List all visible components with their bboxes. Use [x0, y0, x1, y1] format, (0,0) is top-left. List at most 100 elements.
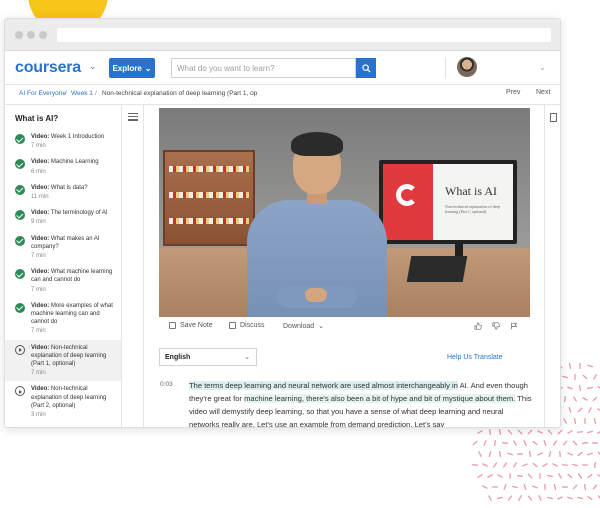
site-header: coursera ⌄ Explore ⌄ What do you want to… — [5, 51, 560, 85]
sidebar-item[interactable]: Video: Non-technical explanation of deep… — [5, 381, 121, 423]
flag-icon[interactable] — [510, 322, 518, 330]
play-circle-icon — [15, 344, 25, 355]
language-value: English — [165, 354, 191, 361]
next-link[interactable]: Next — [536, 89, 550, 96]
sidebar-item-type: Video: — [31, 159, 50, 166]
sidebar-item-duration: 7 min — [31, 286, 46, 293]
sidebar-item-duration: 7 min — [31, 370, 46, 377]
instructor-hands — [305, 288, 327, 302]
search-icon — [361, 63, 371, 73]
sidebar-item-duration: 7 min — [31, 328, 46, 335]
sidebar-item-duration: 9 min — [31, 219, 46, 226]
lesson-sidebar: What is AI? Video: Week 1 Introduction 7 … — [5, 105, 122, 427]
breadcrumb: AI For Everyone / Week 1 / Non-technical… — [5, 85, 560, 103]
lesson-main: What is AI Non-technical explanation of … — [144, 105, 544, 427]
breadcrumb-separator: / — [95, 90, 97, 97]
header-divider — [445, 57, 446, 79]
download-button[interactable]: Download ⌄ — [283, 322, 324, 331]
user-menu-chevron-icon[interactable]: ⌄ — [539, 63, 546, 72]
avatar[interactable] — [457, 57, 477, 77]
sidebar-item-type: Video: — [31, 386, 50, 393]
video-player[interactable]: What is AI Non-technical explanation of … — [159, 108, 530, 317]
discuss-icon — [229, 322, 236, 329]
discuss-label: Discuss — [240, 322, 265, 329]
right-rail — [544, 105, 560, 427]
document-icon[interactable] — [550, 113, 557, 122]
sidebar-item[interactable]: Video: Non-technical explanation of deep… — [5, 339, 121, 382]
window-dot — [39, 31, 47, 39]
sidebar-item-title: The terminology of AI — [49, 210, 108, 217]
transcript-text[interactable]: The terms deep learning and neural netwo… — [189, 379, 534, 427]
sidebar-title: What is AI? — [15, 114, 59, 123]
coursera-logo[interactable]: coursera — [15, 59, 81, 77]
sidebar-item[interactable]: Video: Machine Learning 6 min — [5, 154, 121, 179]
save-note-label: Save Note — [180, 322, 213, 329]
address-bar[interactable] — [57, 28, 551, 42]
sidebar-item[interactable]: Video: Week 1 Introduction 7 min — [5, 129, 121, 154]
sidebar-item-type: Video: — [31, 210, 50, 217]
check-circle-icon — [15, 269, 25, 280]
explore-button[interactable]: Explore ⌄ — [109, 58, 155, 78]
breadcrumb-course[interactable]: AI For Everyone — [19, 90, 66, 97]
breadcrumb-week[interactable]: Week 1 — [71, 90, 93, 97]
search-button[interactable] — [356, 58, 376, 78]
check-circle-icon — [15, 159, 25, 170]
transcript-segment[interactable]: The terms deep learning and neural netwo… — [189, 381, 458, 390]
save-note-button[interactable]: Save Note — [169, 322, 213, 329]
slide-title: What is AI — [445, 184, 497, 198]
transcript-timestamp[interactable]: 0:03 — [160, 381, 173, 388]
video-toolbar: Save Note Discuss Download ⌄ — [159, 317, 530, 335]
window-dot — [15, 31, 23, 39]
note-icon — [169, 322, 176, 329]
sidebar-item-duration: 3 min — [31, 412, 46, 419]
sidebar-item-title: Week 1 Introduction — [49, 134, 105, 140]
video-slide: What is AI Non-technical explanation of … — [383, 164, 513, 240]
chevron-down-icon: ⌄ — [244, 354, 250, 361]
sidebar-item-title: Machine Learning — [49, 159, 99, 166]
check-circle-icon — [15, 134, 25, 144]
slide-subtitle: Non-technical explanation of deep learni… — [445, 204, 501, 214]
prev-link[interactable]: Prev — [506, 89, 520, 96]
sidebar-item-type: Video: — [31, 302, 50, 309]
sidebar-item[interactable]: Video: More examples of what machine lea… — [5, 298, 121, 340]
breadcrumb-current: Non-technical explanation of deep learni… — [102, 90, 258, 97]
sidebar-item-list: Video: Week 1 Introduction 7 min Video: Ma… — [5, 129, 121, 423]
sidebar-item[interactable]: Video: What is data? 11 min — [5, 180, 121, 205]
sidebar-item-duration: 11 min — [31, 194, 49, 201]
logo-menu-chevron-icon[interactable]: ⌄ — [89, 61, 97, 72]
page: coursera ⌄ Explore ⌄ What do you want to… — [0, 0, 600, 508]
video-shelf — [163, 150, 255, 246]
check-circle-icon — [15, 235, 25, 246]
check-circle-icon — [15, 210, 25, 221]
download-label: Download — [283, 322, 315, 330]
sidebar-item[interactable]: Video: What makes an AI company? 7 min — [5, 231, 121, 265]
window-dot — [27, 31, 35, 39]
sidebar-item[interactable]: Video: What machine learning can and can… — [5, 264, 121, 298]
video-tablet — [406, 256, 468, 282]
search-input[interactable]: What do you want to learn? — [171, 58, 356, 78]
instructor-hair — [291, 132, 343, 156]
check-circle-icon — [15, 302, 25, 313]
play-circle-icon — [15, 386, 25, 397]
language-select[interactable]: English ⌄ — [159, 348, 257, 366]
check-circle-icon — [15, 184, 25, 195]
sidebar-item-type: Video: — [31, 269, 50, 276]
video-monitor: What is AI Non-technical explanation of … — [379, 160, 517, 244]
sidebar-item-duration: 7 min — [31, 253, 46, 260]
sidebar-item-type: Video: — [31, 184, 50, 191]
sidebar-toggle-rail — [122, 105, 144, 427]
explore-label: Explore — [112, 63, 142, 73]
discuss-button[interactable]: Discuss — [229, 322, 265, 329]
thumbs-up-icon[interactable] — [474, 322, 482, 330]
transcript-segment[interactable]: machine learning, there's also been a bi… — [244, 394, 516, 403]
sidebar-item-type: Video: — [31, 344, 50, 351]
thumbs-down-icon[interactable] — [492, 322, 500, 330]
sidebar-item[interactable]: Video: The terminology of AI 9 min — [5, 205, 121, 230]
list-icon[interactable] — [128, 113, 138, 121]
browser-chrome — [5, 19, 560, 51]
sidebar-item-title: What is data? — [49, 184, 88, 191]
breadcrumb-separator: / — [65, 90, 67, 97]
help-translate-link[interactable]: Help Us Translate — [447, 354, 503, 361]
sidebar-item-duration: 7 min — [31, 143, 46, 150]
chevron-down-icon: ⌄ — [144, 63, 152, 73]
